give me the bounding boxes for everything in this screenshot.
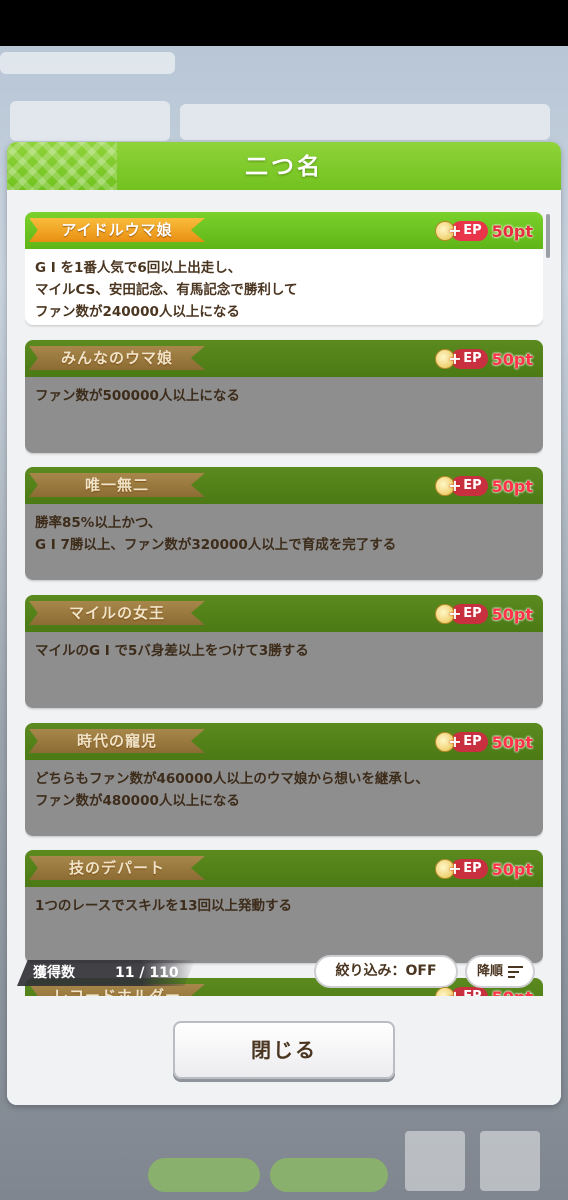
status-bar xyxy=(0,0,568,46)
plus-icon: + xyxy=(448,349,462,368)
epithet-card[interactable]: 時代の寵児 + EP 50pt どちらもファン数が460000人以上のウマ娘から… xyxy=(25,723,543,836)
plus-icon: + xyxy=(448,859,462,878)
epithet-card[interactable]: アイドルウマ娘 + EP 50pt G I を1番人気で6回以上出走し、 マイル… xyxy=(25,212,543,325)
sort-button[interactable]: 降順 xyxy=(465,955,535,988)
epithet-name: 唯一無二 xyxy=(29,473,205,497)
epithet-description: 勝率85%以上かつ、 G I 7勝以上、ファン数が320000人以上で育成を完了… xyxy=(35,515,397,553)
reward: + EP 50pt xyxy=(435,731,533,753)
plus-icon: + xyxy=(448,732,462,751)
epithet-description: どちらもファン数が460000人以上のウマ娘から想いを継承し、 ファン数が480… xyxy=(35,771,429,809)
card-header: みんなのウマ娘 + EP 50pt xyxy=(25,340,543,377)
bg-green-button-1 xyxy=(148,1158,260,1192)
dialog-title: 二つ名 xyxy=(245,154,323,180)
bg-green-button-2 xyxy=(270,1158,388,1192)
list-scrollbar[interactable] xyxy=(546,214,550,258)
epithet-card[interactable]: 技のデパート + EP 50pt 1つのレースでスキルを13回以上発動する xyxy=(25,850,543,963)
bg-info-left xyxy=(10,101,170,141)
epithet-description: ファン数が500000人以上になる xyxy=(35,388,240,404)
card-header: 唯一無二 + EP 50pt xyxy=(25,467,543,504)
bg-menu-button xyxy=(480,1131,540,1191)
reward: + EP 50pt xyxy=(435,603,533,625)
epithet-list[interactable]: アイドルウマ娘 + EP 50pt G I を1番人気で6回以上出走し、 マイル… xyxy=(25,212,543,996)
reward-points: 50pt xyxy=(491,221,533,241)
close-button[interactable]: 閉じる xyxy=(173,1021,395,1079)
epithet-name: 時代の寵児 xyxy=(29,729,205,753)
reward-points: 50pt xyxy=(491,859,533,879)
bg-info-row xyxy=(180,104,550,140)
card-header: アイドルウマ娘 + EP 50pt xyxy=(25,212,543,249)
epithet-name: マイルの女王 xyxy=(29,601,205,625)
epithet-card[interactable]: みんなのウマ娘 + EP 50pt ファン数が500000人以上になる xyxy=(25,340,543,453)
card-header: 時代の寵児 + EP 50pt xyxy=(25,723,543,760)
reward-points: 50pt xyxy=(491,476,533,496)
sort-icon xyxy=(508,966,523,978)
acquired-label: 獲得数 xyxy=(33,965,75,981)
plus-icon: + xyxy=(448,987,461,996)
card-header: 技のデパート + EP 50pt xyxy=(25,850,543,887)
acquired-count-badge: 獲得数 11 / 110 xyxy=(17,960,195,986)
reward: + EP 50pt xyxy=(435,348,533,370)
epithet-name: アイドルウマ娘 xyxy=(29,218,205,242)
reward-points: 50pt xyxy=(491,349,533,369)
dialog-footer: 閉じる xyxy=(7,997,561,1105)
reward: + EP 50pt xyxy=(435,475,533,497)
epithet-name: 技のデパート xyxy=(29,856,205,880)
reward-points: 50pt xyxy=(491,604,533,624)
plus-icon: + xyxy=(448,476,462,495)
reward: + EP 50pt xyxy=(435,858,533,880)
epithet-description: マイルのG I で5バ身差以上をつけて3勝する xyxy=(35,643,309,659)
plus-icon: + xyxy=(448,221,462,240)
epithet-dialog: 二つ名 アイドルウマ娘 + EP 50pt G I を1番人気で6回以上出走し、… xyxy=(7,142,561,1105)
plus-icon: + xyxy=(448,604,462,623)
epithet-name: みんなのウマ娘 xyxy=(29,346,205,370)
epithet-description: G I を1番人気で6回以上出走し、 マイルCS、安田記念、有馬記念で勝利して … xyxy=(35,260,298,320)
epithet-card[interactable]: マイルの女王 + EP 50pt マイルのG I で5バ身差以上をつけて3勝する xyxy=(25,595,543,708)
acquired-value: 11 / 110 xyxy=(115,965,179,981)
bg-panel-title xyxy=(0,52,175,74)
reward-points: 50pt xyxy=(491,732,533,752)
reward: + EP 50pt xyxy=(435,220,533,242)
dialog-header: 二つ名 xyxy=(7,142,561,190)
filter-button[interactable]: 絞り込み：OFF xyxy=(314,955,458,988)
reward-points: 50pt xyxy=(492,988,533,997)
bg-square-button-1 xyxy=(405,1131,465,1191)
epithet-description: 1つのレースでスキルを13回以上発動する xyxy=(35,898,293,914)
card-header: マイルの女王 + EP 50pt xyxy=(25,595,543,632)
epithet-card[interactable]: 唯一無二 + EP 50pt 勝率85%以上かつ、 G I 7勝以上、ファン数が… xyxy=(25,467,543,580)
sort-label: 降順 xyxy=(477,964,504,979)
